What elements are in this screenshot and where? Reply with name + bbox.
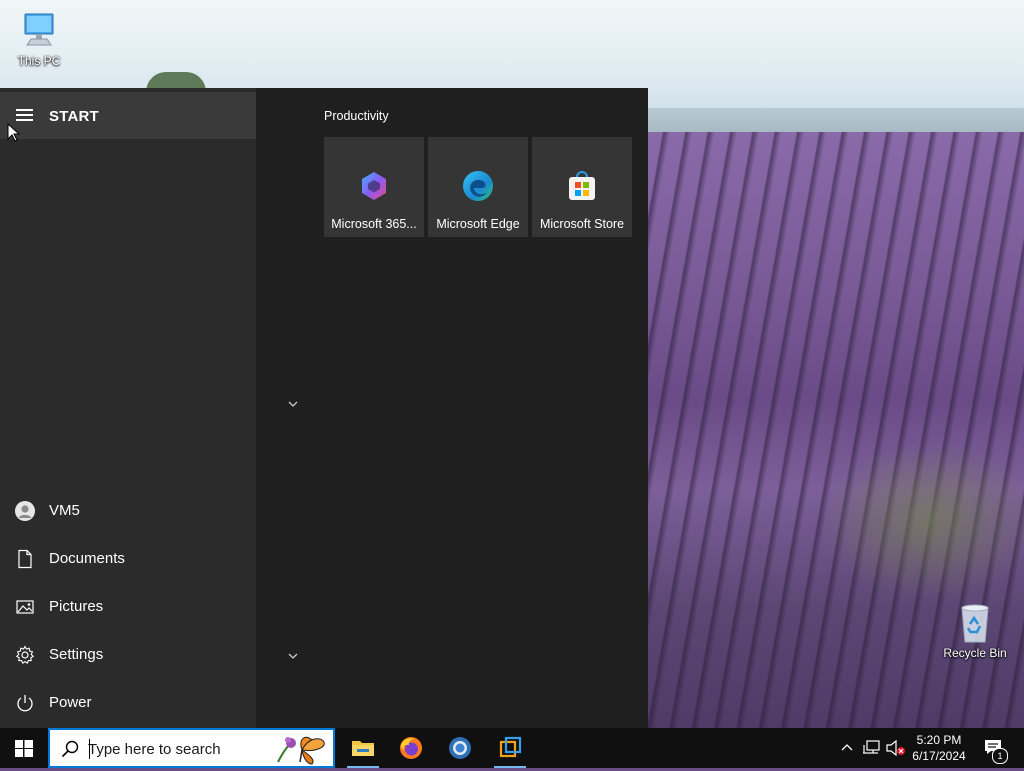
sidebar-item-label: Settings	[49, 646, 104, 663]
start-menu: START VM5 Documents Pictures Settings Po…	[0, 88, 648, 728]
taskbar-search-box[interactable]	[48, 728, 335, 768]
taskbar-firefox-button[interactable]	[387, 728, 435, 768]
user-avatar-icon	[15, 501, 35, 521]
gear-icon	[15, 645, 35, 665]
tile-label: Microsoft 365...	[331, 217, 417, 231]
volume-muted-icon	[886, 740, 905, 756]
sidebar-item-label: Power	[49, 694, 92, 711]
app-list	[256, 88, 316, 728]
chrome-icon	[449, 737, 471, 759]
tile-label: Microsoft Store	[539, 217, 625, 231]
microsoft-365-icon	[357, 169, 391, 203]
tile-microsoft-edge[interactable]: Microsoft Edge	[428, 137, 528, 237]
clock-time: 5:20 PM	[916, 733, 962, 747]
store-icon	[565, 169, 599, 203]
start-button[interactable]	[0, 728, 48, 768]
document-icon	[15, 549, 35, 569]
sidebar-item-label: VM5	[49, 502, 80, 519]
network-status-button[interactable]	[860, 728, 882, 768]
sidebar-item-label: Documents	[49, 550, 125, 567]
sidebar-item-documents[interactable]: Documents	[0, 536, 256, 584]
tile-microsoft-365[interactable]: Microsoft 365...	[324, 137, 424, 237]
sidebar-item-label: Pictures	[49, 598, 104, 615]
recycle-bin-icon	[955, 602, 995, 643]
mouse-cursor-icon	[7, 122, 21, 143]
firefox-icon	[400, 737, 422, 759]
edge-icon	[461, 169, 495, 203]
taskbar-clock[interactable]: 5:20 PM 6/17/2024	[906, 732, 972, 764]
start-menu-expand-button[interactable]: START	[0, 92, 256, 139]
desktop-icon-recycle-bin[interactable]: Recycle Bin	[937, 602, 1013, 660]
desktop-icon-label: Recycle Bin	[943, 646, 1007, 660]
pictures-icon	[15, 597, 35, 617]
network-icon	[863, 740, 880, 754]
search-icon	[60, 739, 80, 759]
start-menu-title: START	[49, 108, 99, 125]
virtualbox-icon	[499, 736, 522, 758]
folder-icon	[352, 741, 374, 756]
taskbar-virtualbox-button[interactable]	[486, 728, 534, 768]
sidebar-item-user[interactable]: VM5	[0, 488, 256, 536]
chevron-down-icon[interactable]	[287, 648, 299, 659]
action-center-button[interactable]: 1	[978, 728, 1012, 768]
tile-group-title: Productivity	[324, 109, 389, 123]
search-input[interactable]	[88, 738, 268, 760]
sidebar-item-settings[interactable]: Settings	[0, 632, 256, 680]
taskbar-file-explorer-button[interactable]	[339, 728, 387, 768]
windows-logo-icon	[15, 740, 33, 757]
taskbar: 5:20 PM 6/17/2024 1	[0, 728, 1024, 768]
show-hidden-icons-button[interactable]	[838, 728, 856, 768]
sidebar-item-pictures[interactable]: Pictures	[0, 584, 256, 632]
butterfly-search-highlight-icon[interactable]	[272, 732, 332, 766]
tile-microsoft-store[interactable]: Microsoft Store	[532, 137, 632, 237]
desktop-icon-this-pc[interactable]: This PC	[1, 10, 77, 68]
chevron-up-icon	[841, 744, 853, 751]
power-icon	[15, 693, 35, 713]
text-caret	[89, 739, 90, 759]
chevron-down-icon[interactable]	[287, 396, 299, 407]
hamburger-icon	[16, 109, 33, 121]
wallpaper-green-patch	[820, 440, 1024, 600]
tile-label: Microsoft Edge	[436, 217, 520, 231]
volume-button[interactable]	[884, 728, 906, 768]
taskbar-chrome-button[interactable]	[436, 728, 484, 768]
notification-badge: 1	[992, 748, 1008, 764]
computer-icon	[19, 10, 59, 50]
start-menu-sidebar: START VM5 Documents Pictures Settings Po…	[0, 88, 256, 728]
clock-date: 6/17/2024	[912, 749, 966, 763]
desktop-icon-label: This PC	[17, 54, 61, 68]
sidebar-item-power[interactable]: Power	[0, 680, 256, 728]
